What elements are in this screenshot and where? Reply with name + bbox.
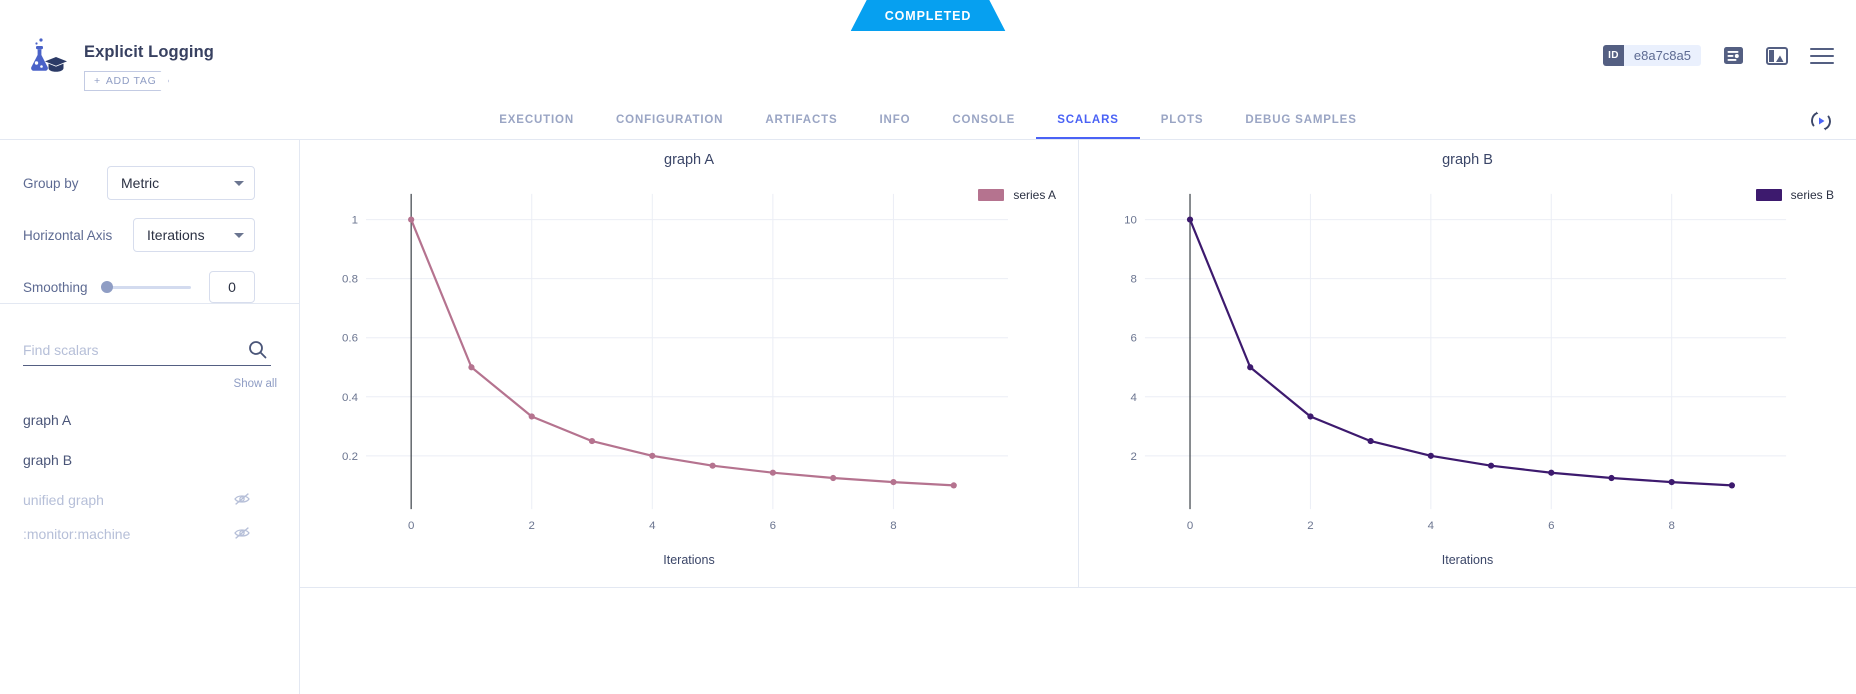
smoothing-slider[interactable] — [101, 281, 191, 293]
tab-info[interactable]: INFO — [859, 114, 932, 139]
x-tick-label: 0 — [408, 520, 414, 532]
group-by-value: Metric — [121, 175, 160, 191]
experiment-id-chip[interactable]: ID e8a7c8a5 — [1603, 45, 1701, 66]
sidebar-divider — [0, 303, 299, 304]
scalars-sidebar: Group by Metric Horizontal Axis Iteratio… — [0, 140, 300, 694]
y-tick-label: 0.2 — [342, 451, 358, 463]
tab-scalars[interactable]: SCALARS — [1036, 114, 1140, 139]
legend-label: series A — [1013, 188, 1056, 202]
horizontal-axis-label: Horizontal Axis — [23, 227, 113, 243]
group-by-select[interactable]: Metric — [107, 166, 255, 200]
log-view-icon[interactable] — [1723, 45, 1744, 66]
x-tick-label: 8 — [890, 520, 896, 532]
y-tick-label: 8 — [1131, 274, 1137, 286]
page-title: Explicit Logging — [84, 43, 214, 61]
tab-execution[interactable]: EXECUTION — [478, 114, 595, 139]
chart-panel-graph-b: graph B 2 4 6 8 10 0 2 4 6 8 series B Iterations — [1078, 140, 1856, 587]
scalar-label: graph A — [23, 412, 72, 428]
scalar-item-graph-b[interactable]: graph B — [23, 448, 283, 472]
legend-swatch — [978, 189, 1005, 201]
x-tick-label: 0 — [1187, 520, 1193, 532]
chart-plot-graph-b[interactable]: 2 4 6 8 10 0 2 4 6 8 — [1079, 140, 1856, 587]
group-by-label: Group by — [23, 175, 79, 191]
x-axis-title: Iterations — [663, 553, 715, 567]
eye-off-icon[interactable] — [234, 492, 251, 509]
search-underline — [23, 365, 271, 366]
tab-artifacts[interactable]: ARTIFACTS — [744, 114, 858, 139]
tab-configuration[interactable]: CONFIGURATION — [595, 114, 744, 139]
split-panel-icon[interactable] — [1766, 46, 1788, 66]
y-tick-label: 0.4 — [342, 392, 359, 404]
x-tick-label: 2 — [1307, 520, 1313, 532]
smoothing-value-input[interactable]: 0 — [209, 271, 255, 303]
search-icon[interactable] — [248, 340, 267, 364]
chevron-down-icon — [234, 181, 244, 186]
find-scalars-container — [23, 336, 271, 366]
add-tag-label: ADD TAG — [105, 75, 157, 87]
status-ribbon-container: COMPLETED — [0, 0, 1856, 31]
smoothing-slider-thumb[interactable] — [101, 281, 113, 293]
x-tick-label: 2 — [529, 520, 535, 532]
hamburger-menu-icon[interactable] — [1810, 47, 1834, 65]
smoothing-row: Smoothing 0 — [23, 270, 299, 304]
group-by-row: Group by Metric — [23, 166, 299, 200]
main-tabbar: EXECUTION CONFIGURATION ARTIFACTS INFO C… — [0, 100, 1856, 140]
scalar-label: unified graph — [23, 492, 104, 508]
eye-off-icon[interactable] — [234, 526, 251, 543]
legend-label: series B — [1790, 188, 1834, 202]
id-label: ID — [1603, 45, 1624, 66]
id-value: e8a7c8a5 — [1633, 48, 1691, 63]
chevron-down-icon — [234, 233, 244, 238]
y-tick-label: 0.8 — [342, 274, 358, 286]
scalar-item-unified-graph[interactable]: unified graph — [23, 488, 283, 512]
x-axis-title: Iterations — [1441, 553, 1494, 567]
auto-refresh-icon[interactable] — [1808, 108, 1834, 134]
x-tick-label: 8 — [1668, 520, 1674, 532]
y-tick-label: 10 — [1124, 215, 1137, 227]
smoothing-label: Smoothing — [23, 279, 88, 295]
chart-legend[interactable]: series B — [1755, 188, 1834, 202]
y-tick-label: 2 — [1131, 451, 1137, 463]
show-all-link[interactable]: Show all — [234, 378, 277, 390]
horizontal-axis-row: Horizontal Axis Iterations — [23, 218, 299, 252]
y-tick-label: 6 — [1131, 333, 1137, 345]
header-actions: ID e8a7c8a5 — [1603, 45, 1834, 66]
plus-icon: + — [94, 75, 101, 87]
tab-console[interactable]: CONSOLE — [931, 114, 1036, 139]
tab-list: EXECUTION CONFIGURATION ARTIFACTS INFO C… — [478, 114, 1377, 139]
scalars-chart-area: graph A 0.2 0.4 0.6 0.8 1 0 2 4 6 8 series A Iter… — [300, 140, 1856, 588]
add-tag-button[interactable]: + ADD TAG — [84, 71, 169, 91]
scalar-item-monitor-machine[interactable]: :monitor:machine — [23, 522, 283, 546]
tab-plots[interactable]: PLOTS — [1140, 114, 1225, 139]
chart-legend[interactable]: series A — [978, 188, 1056, 202]
search-input[interactable] — [23, 336, 241, 364]
chart-plot-graph-a[interactable]: 0.2 0.4 0.6 0.8 1 0 2 4 6 8 — [300, 140, 1078, 587]
horizontal-axis-value: Iterations — [147, 227, 205, 243]
flask-graduation-cap-icon — [22, 36, 68, 78]
x-tick-label: 6 — [770, 520, 776, 532]
scalar-label: graph B — [23, 452, 73, 468]
horizontal-axis-select[interactable]: Iterations — [133, 218, 255, 252]
y-tick-label: 1 — [352, 215, 358, 227]
x-tick-label: 4 — [1428, 520, 1435, 532]
x-tick-label: 4 — [649, 520, 656, 532]
tab-debug-samples[interactable]: DEBUG SAMPLES — [1224, 114, 1377, 139]
y-tick-label: 4 — [1131, 392, 1138, 404]
chart-panel-graph-a: graph A 0.2 0.4 0.6 0.8 1 0 2 4 6 8 series A Iter… — [300, 140, 1078, 587]
y-tick-label: 0.6 — [342, 333, 358, 345]
x-tick-label: 6 — [1548, 520, 1554, 532]
status-badge: COMPLETED — [851, 0, 1006, 31]
scalar-label: :monitor:machine — [23, 526, 131, 542]
legend-swatch — [1755, 189, 1782, 201]
page-header: Explicit Logging + ADD TAG ID e8a7c8a5 — [0, 31, 1856, 100]
scalar-item-graph-a[interactable]: graph A — [23, 408, 283, 432]
